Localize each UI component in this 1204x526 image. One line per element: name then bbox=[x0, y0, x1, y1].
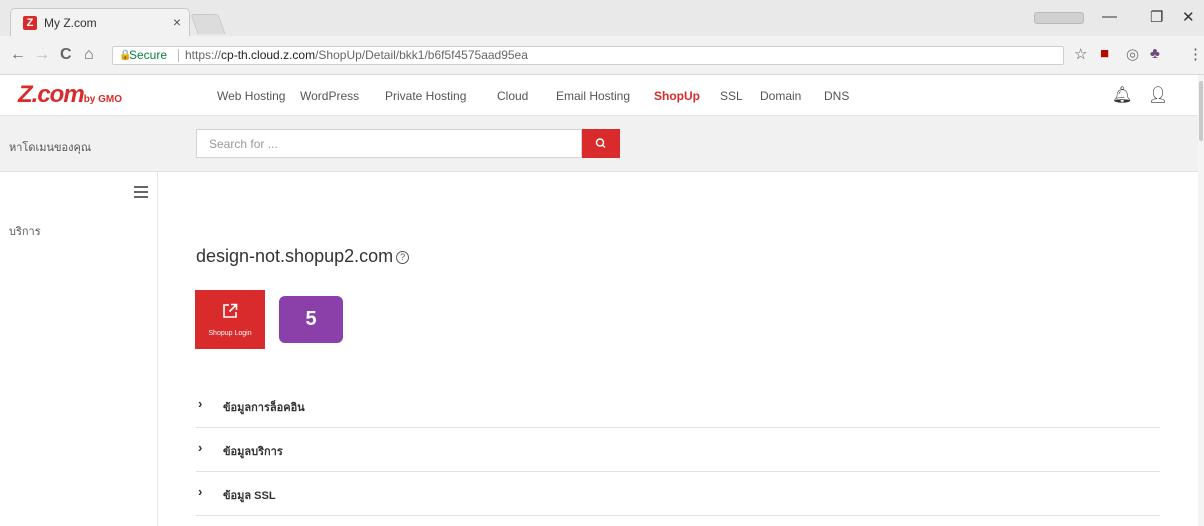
sidebar-item-services[interactable]: บริการ bbox=[9, 222, 41, 240]
divider bbox=[178, 49, 179, 62]
search-icon bbox=[595, 138, 606, 149]
tab-close-icon[interactable]: × bbox=[173, 14, 181, 30]
hamburger-menu-icon[interactable] bbox=[134, 186, 148, 198]
shopup-login-button[interactable]: Shopup Login bbox=[195, 290, 265, 349]
nav-web-hosting[interactable]: Web Hosting bbox=[217, 89, 285, 103]
browser-tab[interactable]: Z My Z.com × bbox=[10, 8, 190, 36]
pdf-icon[interactable]: ■ bbox=[1100, 45, 1109, 62]
search-input[interactable] bbox=[196, 129, 582, 158]
address-bar[interactable]: 🔒 Secure https://cp-th.cloud.z.com/ShopU… bbox=[112, 46, 1064, 65]
home-icon[interactable]: ⌂ bbox=[84, 46, 94, 64]
chevron-right-icon: › bbox=[198, 396, 203, 411]
reload-icon[interactable]: C bbox=[60, 46, 72, 64]
nav-dns[interactable]: DNS bbox=[824, 89, 849, 103]
site-header: Z.comby GMO Web Hosting WordPress Privat… bbox=[0, 75, 1204, 116]
help-icon[interactable]: ? bbox=[396, 251, 410, 264]
logo-sub: by GMO bbox=[83, 94, 123, 105]
secure-label: Secure bbox=[129, 48, 168, 62]
url-host: cp-th.cloud.z.com bbox=[221, 48, 316, 62]
external-link-icon bbox=[223, 303, 238, 318]
find-domain-label: หาโดเมนของคุณ bbox=[9, 142, 92, 154]
url-scheme: https:// bbox=[185, 48, 222, 62]
minimize-icon[interactable]: — bbox=[1102, 8, 1117, 25]
new-tab-button[interactable] bbox=[190, 14, 226, 34]
nav-wordpress[interactable]: WordPress bbox=[300, 89, 359, 103]
logo-main: Z.com bbox=[18, 81, 85, 108]
back-icon[interactable]: ← bbox=[10, 46, 26, 64]
zcom-favicon-icon: Z bbox=[23, 16, 37, 30]
sidebar: บริการ bbox=[0, 172, 158, 526]
browser-tab-bar: Z My Z.com × — ❐ ✕ bbox=[0, 0, 1204, 36]
page-title: design-not.shopup2.com? bbox=[196, 246, 410, 267]
restore-icon[interactable]: ❐ bbox=[1150, 8, 1163, 26]
domain-name: design-not.shopup2.com bbox=[196, 246, 394, 266]
search-strip: หาโดเมนของคุณ bbox=[0, 116, 1204, 172]
chevron-right-icon: › bbox=[198, 484, 203, 499]
page-scrollbar[interactable] bbox=[1198, 75, 1204, 526]
zcom-logo[interactable]: Z.comby GMO bbox=[18, 81, 122, 109]
nav-shopup[interactable]: ShopUp bbox=[654, 89, 700, 103]
user-icon[interactable]: 👤︎ bbox=[1148, 85, 1168, 105]
bell-icon[interactable]: 🔔︎ bbox=[1112, 85, 1132, 105]
forward-icon[interactable]: → bbox=[34, 46, 50, 64]
nav-cloud[interactable]: Cloud bbox=[497, 89, 528, 103]
window-close-icon[interactable]: ✕ bbox=[1182, 8, 1195, 26]
menu-icon[interactable]: ⋮ bbox=[1188, 45, 1203, 63]
accordion-label: ข้อมูลบริการ bbox=[223, 446, 283, 458]
scrollbar-thumb[interactable] bbox=[1199, 81, 1203, 141]
tab-title: My Z.com bbox=[44, 16, 97, 30]
step-badge: 5 bbox=[279, 296, 343, 343]
login-button-label: Shopup Login bbox=[208, 330, 252, 337]
accordion-label: ข้อมูลการล็อคอิน bbox=[223, 402, 305, 414]
profile-button[interactable] bbox=[1034, 12, 1084, 24]
url-text: https://cp-th.cloud.z.com/ShopUp/Detail/… bbox=[185, 47, 528, 64]
chevron-right-icon: › bbox=[198, 440, 203, 455]
url-path: /ShopUp/Detail/bkk1/b6f5f4575aad95ea bbox=[315, 48, 528, 62]
accordion-login-info[interactable]: › ข้อมูลการล็อคอิน bbox=[196, 384, 1160, 428]
accordion-label: ข้อมูล SSL bbox=[223, 490, 276, 502]
accordion-ssl-info[interactable]: › ข้อมูล SSL bbox=[196, 472, 1160, 516]
star-icon[interactable]: ☆ bbox=[1074, 45, 1087, 63]
nav-ssl[interactable]: SSL bbox=[720, 89, 743, 103]
nav-domain[interactable]: Domain bbox=[760, 89, 801, 103]
search-button[interactable] bbox=[582, 129, 620, 158]
camera-icon[interactable]: ◎ bbox=[1126, 45, 1139, 63]
extension-icon[interactable]: ♣ bbox=[1150, 45, 1160, 62]
nav-email-hosting[interactable]: Email Hosting bbox=[556, 89, 630, 103]
nav-private-hosting[interactable]: Private Hosting bbox=[385, 89, 466, 103]
accordion-service-info[interactable]: › ข้อมูลบริการ bbox=[196, 428, 1160, 472]
